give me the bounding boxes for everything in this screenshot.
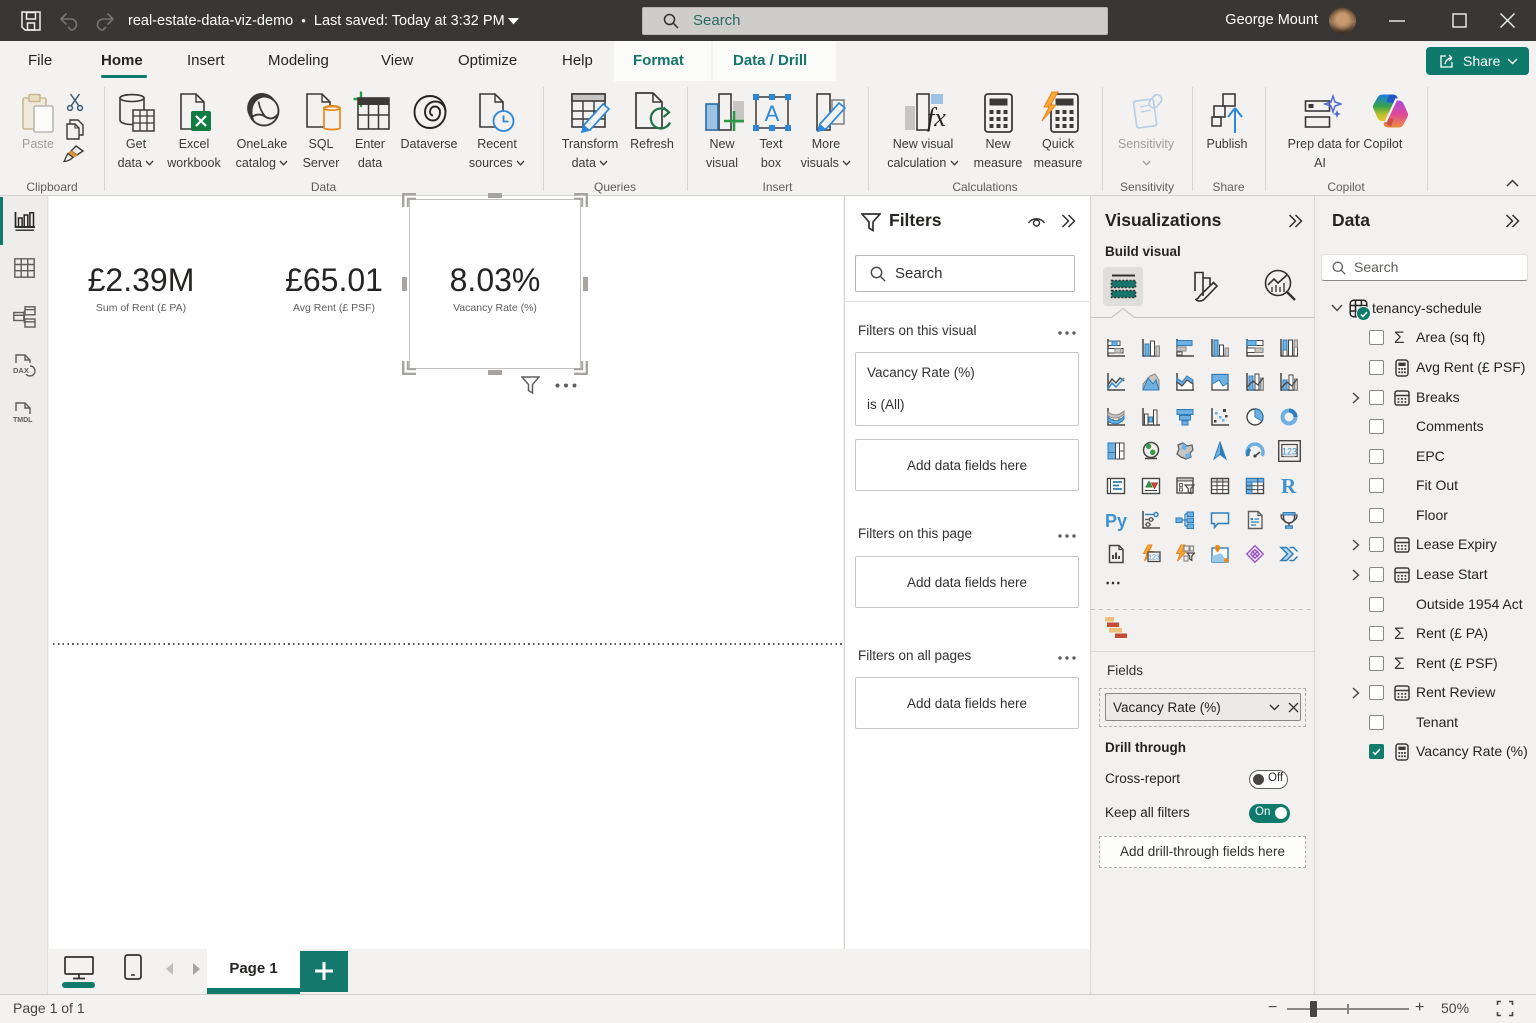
svg-text:A: A	[765, 101, 780, 126]
svg-text:123: 123	[1148, 555, 1160, 562]
svg-text:123: 123	[1282, 447, 1297, 457]
svg-text:DAX: DAX	[13, 366, 29, 375]
svg-text:fx: fx	[927, 103, 946, 132]
svg-text:TMDL: TMDL	[13, 417, 33, 424]
